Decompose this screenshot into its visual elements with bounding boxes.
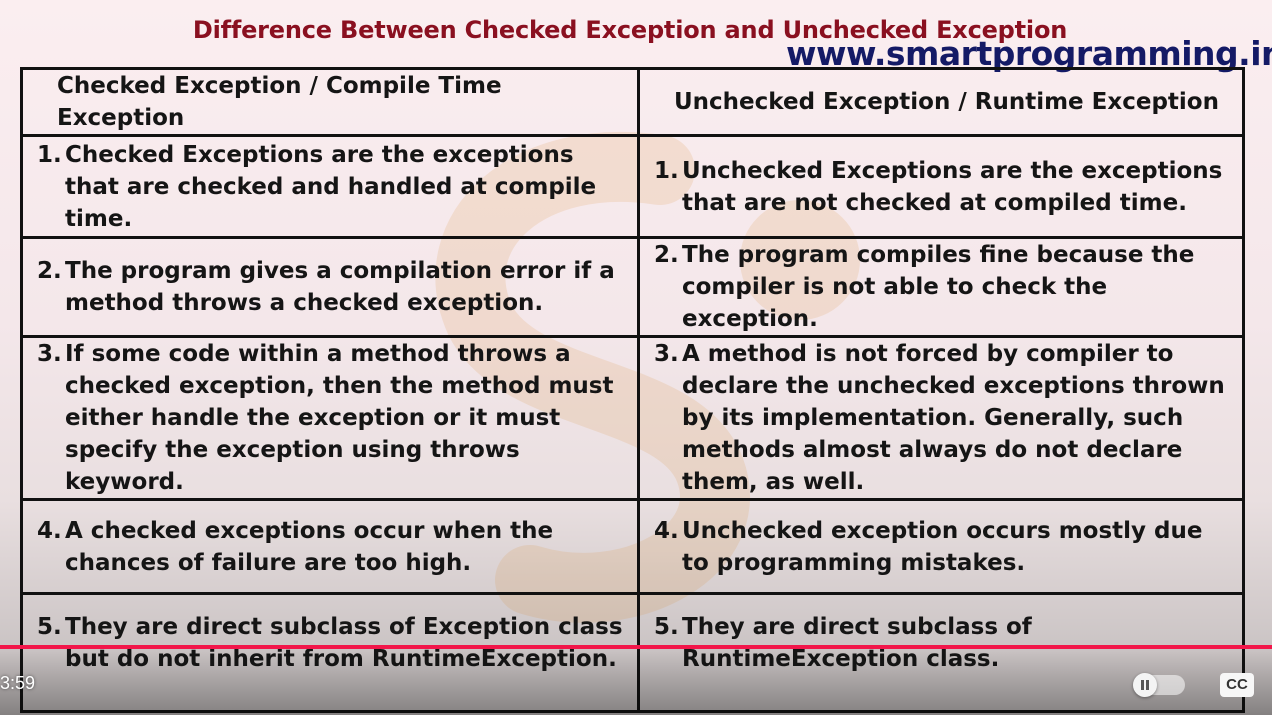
item-text: The program gives a compilation error if… xyxy=(65,258,615,316)
item-text: A checked exceptions occur when the chan… xyxy=(65,517,554,576)
table-cell-unchecked: 2. The program compiles fine because the … xyxy=(637,236,1245,338)
table-header-row: Checked Exception / Compile Time Excepti… xyxy=(20,67,1245,137)
table-cell-checked: 3. If some code within a method throws a … xyxy=(20,335,640,501)
item-text: If some code within a method throws a ch… xyxy=(65,341,614,495)
column-header-checked: Checked Exception / Compile Time Excepti… xyxy=(20,67,640,137)
item-number: 1. xyxy=(37,141,62,168)
table-cell-checked: 2. The program gives a compilation error … xyxy=(20,236,640,338)
table-row: 4. A checked exceptions occur when the ch… xyxy=(20,498,1245,595)
item-number: 4. xyxy=(654,517,679,544)
item-text: Unchecked exception occurs mostly due to… xyxy=(682,517,1203,576)
table-cell-unchecked: 4. Unchecked exception occurs mostly due … xyxy=(637,498,1245,595)
comparison-table: Checked Exception / Compile Time Excepti… xyxy=(20,67,1245,713)
item-text: They are direct subclass of Exception cl… xyxy=(65,614,623,672)
table-row: 5. They are direct subclass of Exception … xyxy=(20,592,1245,713)
current-time: 3:59 xyxy=(0,673,36,693)
item-number: 5. xyxy=(37,614,62,640)
table-row: 3. If some code within a method throws a … xyxy=(20,335,1245,501)
item-number: 2. xyxy=(37,258,62,284)
table-cell-checked: 1. Checked Exceptions are the exceptions … xyxy=(20,134,640,239)
item-number: 3. xyxy=(37,341,62,367)
table-cell-checked: 5. They are direct subclass of Exception … xyxy=(20,592,640,713)
item-text: They are direct subclass of RuntimeExcep… xyxy=(682,614,1032,672)
pause-icon xyxy=(1133,673,1157,697)
table-cell-unchecked: 1. Unchecked Exceptions are the exception… xyxy=(637,134,1245,239)
item-number: 3. xyxy=(654,341,679,367)
item-number: 5. xyxy=(654,614,679,640)
table-row: 2. The program gives a compilation error … xyxy=(20,236,1245,338)
item-number: 4. xyxy=(37,517,62,544)
item-text: The program compiles fine because the co… xyxy=(682,242,1195,332)
closed-captions-button[interactable]: CC xyxy=(1220,673,1254,697)
autoplay-toggle[interactable] xyxy=(1133,673,1185,697)
video-progress-bar[interactable] xyxy=(0,645,1272,649)
item-text: Checked Exceptions are the exceptions th… xyxy=(65,141,597,232)
item-text: Unchecked Exceptions are the exceptions … xyxy=(682,157,1223,216)
item-number: 1. xyxy=(654,157,679,184)
table-cell-unchecked: 3. A method is not forced by compiler to … xyxy=(637,335,1245,501)
table-cell-checked: 4. A checked exceptions occur when the ch… xyxy=(20,498,640,595)
item-text: A method is not forced by compiler to de… xyxy=(682,341,1225,495)
table-row: 1. Checked Exceptions are the exceptions … xyxy=(20,134,1245,239)
column-header-unchecked: Unchecked Exception / Runtime Exception xyxy=(637,67,1245,137)
item-number: 2. xyxy=(654,242,679,268)
